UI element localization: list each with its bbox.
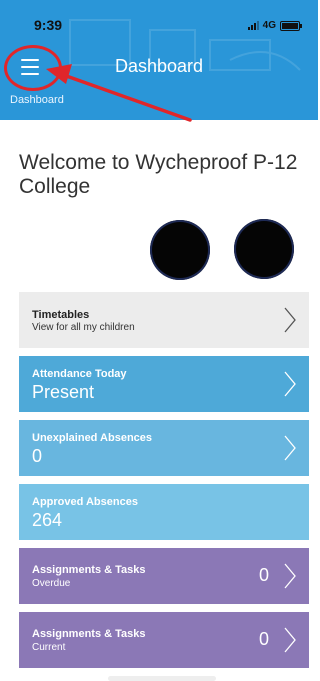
card-subtitle: View for all my children: [32, 322, 135, 333]
chevron-right-icon: [284, 307, 296, 333]
card-title: Assignments & Tasks: [32, 564, 146, 576]
home-indicator: [108, 676, 216, 681]
unexplained-absences-card[interactable]: Unexplained Absences 0: [19, 420, 309, 476]
overdue-count: 0: [258, 565, 269, 585]
card-title: Attendance Today: [32, 368, 127, 380]
current-count: 0: [258, 629, 269, 649]
welcome-heading: Welcome to Wycheproof P-12 College: [19, 151, 298, 198]
card-title: Unexplained Absences: [32, 432, 153, 444]
card-subtitle: Current: [32, 642, 66, 653]
chevron-right-icon: [284, 627, 296, 653]
unexplained-count: 0: [32, 446, 43, 466]
card-title: Approved Absences: [32, 496, 138, 508]
approved-absences-card[interactable]: Approved Absences 264: [19, 484, 309, 540]
timetables-card[interactable]: Timetables View for all my children: [19, 292, 309, 348]
card-title: Assignments & Tasks: [32, 628, 146, 640]
chevron-right-icon: [284, 435, 296, 461]
attendance-card[interactable]: Attendance Today Present: [19, 356, 309, 412]
assignments-current-card[interactable]: Assignments & Tasks Current 0: [19, 612, 309, 668]
card-subtitle: Overdue: [32, 578, 71, 589]
chevron-right-icon: [284, 371, 296, 397]
annotation-arrow: [46, 64, 192, 122]
avatar[interactable]: [234, 219, 294, 279]
approved-count: 264: [32, 510, 63, 530]
card-title: Timetables: [32, 309, 90, 321]
avatar[interactable]: [150, 220, 210, 280]
assignments-overdue-card[interactable]: Assignments & Tasks Overdue 0: [19, 548, 309, 604]
chevron-right-icon: [284, 563, 296, 589]
attendance-status: Present: [32, 382, 95, 402]
